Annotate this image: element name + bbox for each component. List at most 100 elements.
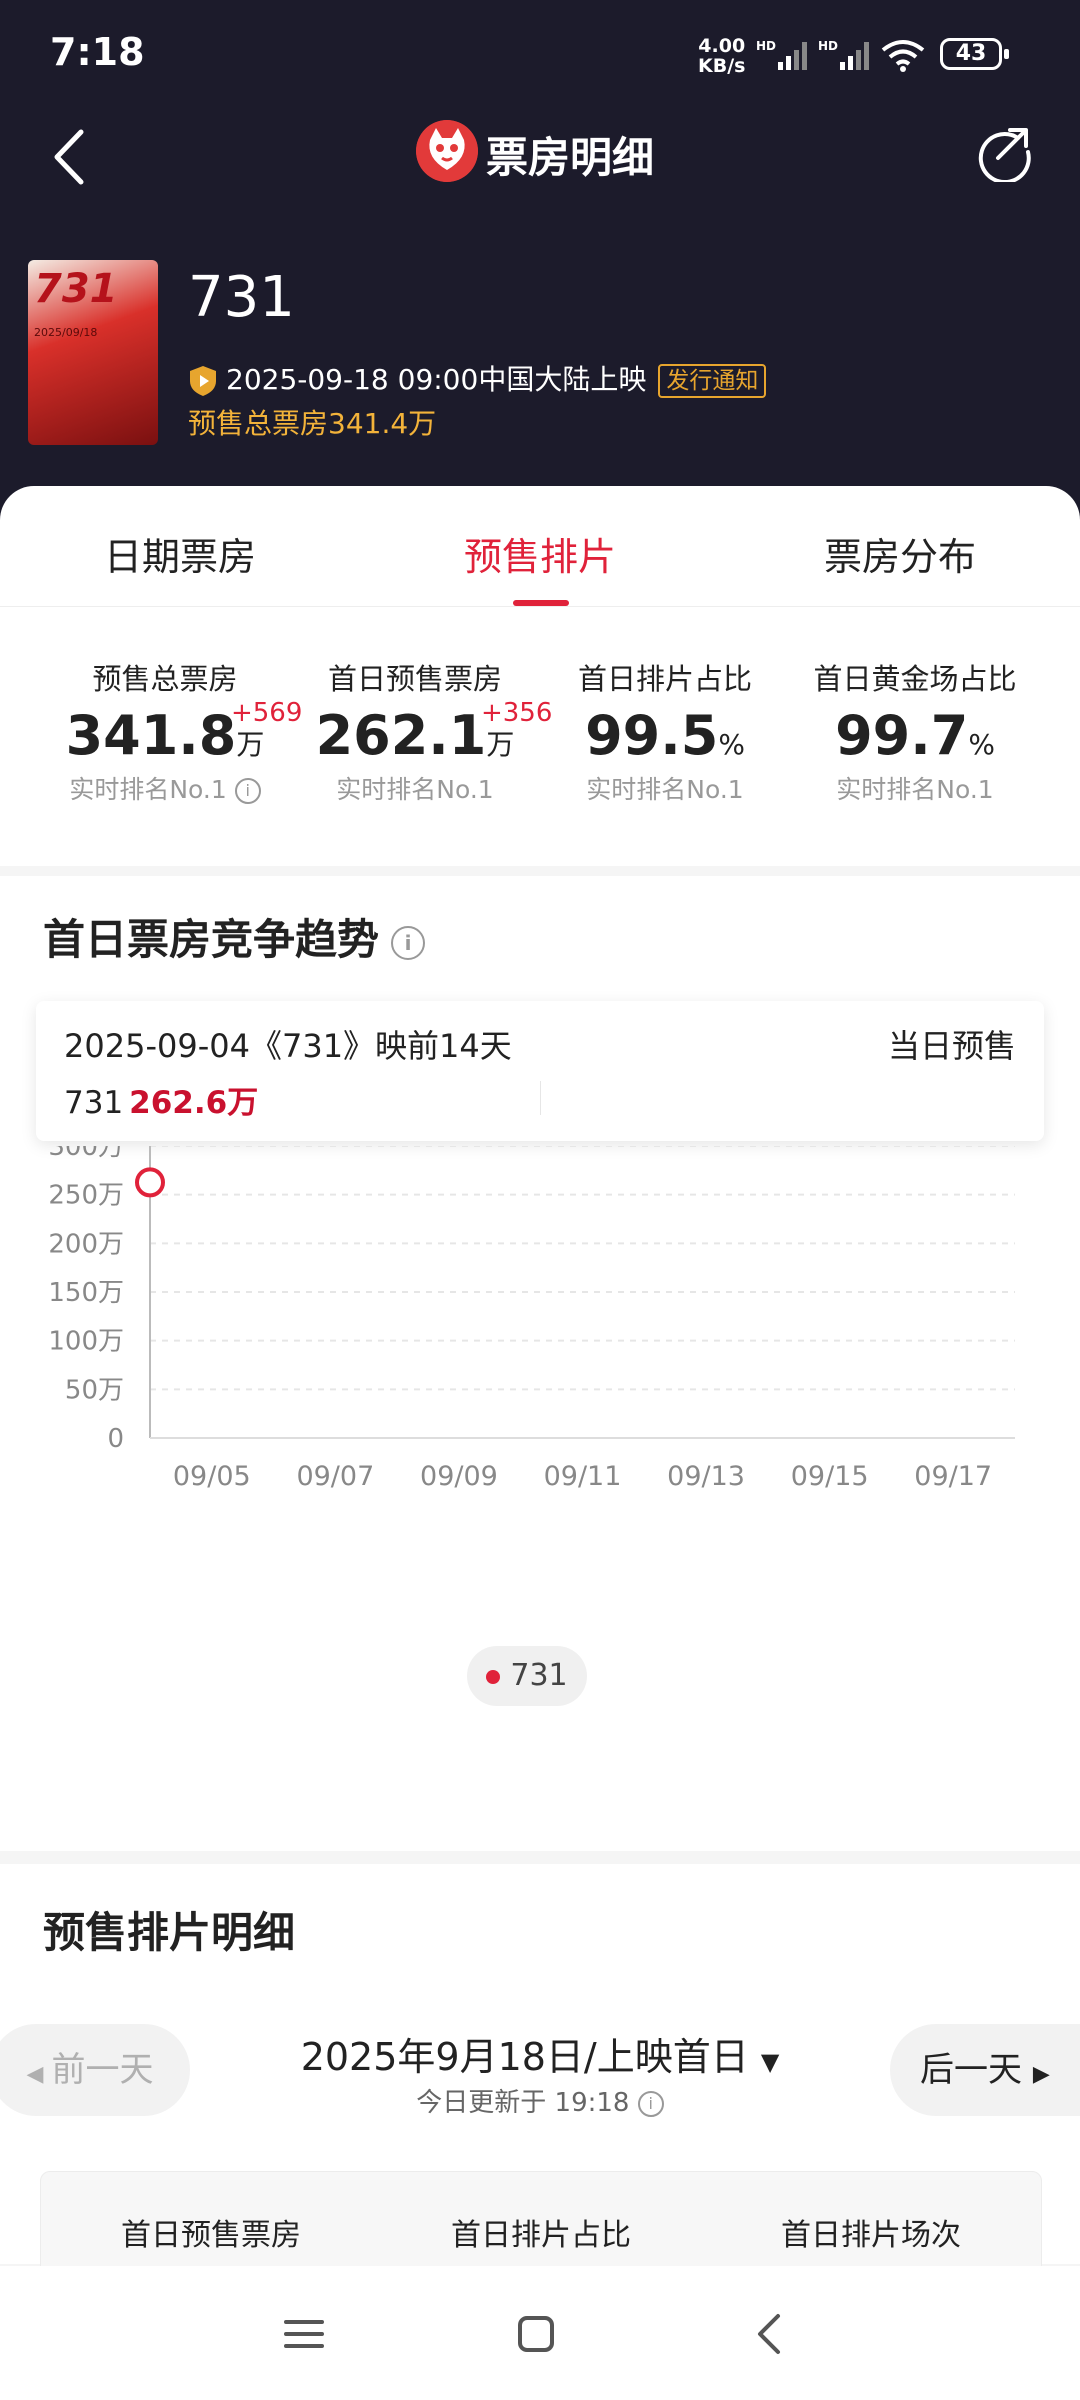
stat-number: 341.8 [65,704,237,767]
column-header: 首日预售票房 [121,2218,301,2253]
trend-title: 首日票房竞争趋势 i [43,906,426,967]
y-tick-label: 200万 [48,1229,124,1259]
stat-number: 99.7 [835,704,969,767]
legend-label: 731 [510,1658,568,1693]
trend-section: 首日票房竞争趋势 i 2025-09-04《731》映前14天 当日预售 731 2… [0,876,1080,1851]
shield-play-icon [190,366,216,396]
stat-label: 预售总票房 [92,662,238,696]
stat-number: 262.1 [315,704,487,767]
tooltip-divider [540,1081,541,1115]
stat-presale-total: 预售总票房 341.8万 +569 实时排名No.1 i [40,656,303,806]
tooltip-series: 731 [64,1085,124,1121]
y-tick-label: 150万 [48,1278,124,1308]
date-label: 2025年9月18日/上映首日 [300,2035,749,2079]
stat-number: 99.5 [585,704,719,767]
detail-title: 预售排片明细 [43,1908,296,1957]
y-tick-label: 0 [107,1424,124,1454]
info-icon[interactable]: i [637,2090,664,2117]
stat-rank-text: 实时排名No.1 [69,775,227,804]
trend-chart[interactable]: 0 50万 100万 150万 200万 250万 300万 09/05 09/07 09/09 0… [0,1146,1080,1626]
release-info: 2025-09-18 09:00中国大陆上映 发行通知 [188,358,767,398]
presale-total: 预售总票房341.4万 [188,407,437,440]
stat-value: 99.5% [585,704,745,768]
column-header: 首日排片占比 [451,2218,631,2253]
left-triangle-icon: ◀ [26,2062,44,2087]
stat-unit: 万 [236,728,265,761]
release-text: 2025-09-18 09:00中国大陆上映 [226,363,647,396]
back-icon[interactable] [746,2310,794,2358]
tab-presale-schedule[interactable]: 预售排片 [400,526,680,581]
info-icon[interactable]: i [391,925,426,960]
signal-icon: HD [756,39,807,70]
home-icon[interactable] [512,2310,560,2358]
movie-poster[interactable]: 731 2025/09/18 [28,260,158,445]
prev-day-button[interactable]: ◀ 前一天 [0,2024,190,2116]
stat-rank: 实时排名No.1 i [40,770,290,806]
menu-icon[interactable] [280,2310,328,2358]
maoyan-cat-logo-icon [416,120,478,182]
x-tick-label: 09/09 [420,1461,498,1492]
content-sheet: 日期票房 预售排片 票房分布 预售总票房 341.8万 +569 实时排名No.1… [0,486,1080,866]
movie-info: 731 2025/09/18 731 2025-09-18 09:00中国大陆上… [0,250,1080,470]
chart-tooltip: 2025-09-04《731》映前14天 当日预售 731 262.6万 [36,1001,1044,1141]
tab-date-boxoffice[interactable]: 日期票房 [40,526,320,581]
x-tick-label: 09/17 [914,1461,992,1492]
legend-dot [486,1669,501,1684]
stat-unit: 万 [486,728,515,761]
share-icon[interactable] [974,122,1034,182]
x-tick-label: 09/13 [667,1461,745,1492]
poster-date: 2025/09/18 [34,326,98,339]
page-title: 票房明细 [486,133,655,182]
signal-2-label: HD [818,39,838,53]
stat-firstday-presale: 首日预售票房 262.1万 +356 实时排名No.1 [290,656,553,806]
stat-schedule-share: 首日排片占比 99.5% 实时排名No.1 [540,656,790,806]
stats-row: 预售总票房 341.8万 +569 实时排名No.1 i 首日预售票房 262.1… [0,656,1080,836]
tab-boxoffice-distribution[interactable]: 票房分布 [760,526,1040,581]
x-tick-label: 09/05 [173,1461,251,1492]
speed-unit: KB/s [698,55,746,77]
presale-detail-section: 预售排片明细 ◀ 前一天 2025年9月18日/上映首日 ▼ 今日更新于 19:1… [0,1864,1080,2313]
stat-value: 341.8万 +569 [65,698,303,768]
column-header: 首日排片场次 [781,2218,961,2253]
date-selector[interactable]: 2025年9月18日/上映首日 ▼ [260,2026,820,2081]
battery-indicator: 43 [940,38,1009,70]
info-icon[interactable]: i [234,778,261,804]
dropdown-triangle-icon: ▼ [760,2048,780,2076]
stat-rank: 实时排名No.1 [836,775,994,804]
stat-value: 262.1万 +356 [315,698,553,768]
back-arrow-icon[interactable] [45,122,95,192]
stat-rank: 实时排名No.1 [336,775,494,804]
stat-unit: % [968,728,995,761]
network-speed: 4.00 KB/s [698,36,745,76]
update-text: 今日更新于 19:18 [416,2088,630,2118]
stat-label: 首日黄金场占比 [813,662,1017,696]
stat-golden-share: 首日黄金场占比 99.7% 实时排名No.1 [790,656,1040,806]
chart-legend[interactable]: 731 [467,1646,587,1706]
y-tick-label: 50万 [65,1375,124,1405]
poster-title: 731 [34,266,118,312]
release-notice-badge[interactable]: 发行通知 [658,364,767,398]
prev-day-label: 前一天 [51,2050,154,2090]
signal-icon-2: HD [818,39,869,70]
trend-title-text: 首日票房竞争趋势 [43,915,380,964]
tab-active-indicator [513,600,569,606]
stat-value: 99.7% [835,704,995,768]
stat-unit: % [718,728,745,761]
tooltip-value: 262.6万 [129,1085,259,1121]
stat-rank: 实时排名No.1 [586,775,744,804]
tooltip-kind: 当日预售 [887,1027,1016,1065]
wifi-icon [881,40,925,72]
next-day-label: 后一天 [920,2050,1022,2090]
system-nav-bar [0,2266,1080,2400]
x-tick-label: 09/15 [791,1461,869,1492]
tab-bar: 日期票房 预售排片 票房分布 [0,486,1080,607]
tooltip-date: 2025-09-04《731》映前14天 [64,1027,512,1065]
stat-label: 首日预售票房 [327,662,502,696]
y-tick-label: 100万 [48,1327,124,1357]
next-day-button[interactable]: 后一天 ▶ [890,2024,1080,2116]
status-bar: 7:18 4.00 KB/s HD HD 43 [0,0,1080,110]
tooltip-row: 731 262.6万 [64,1077,258,1122]
x-tick-label: 09/07 [296,1461,374,1492]
stat-label: 首日排片占比 [577,662,752,696]
status-time: 7:18 [50,30,145,74]
